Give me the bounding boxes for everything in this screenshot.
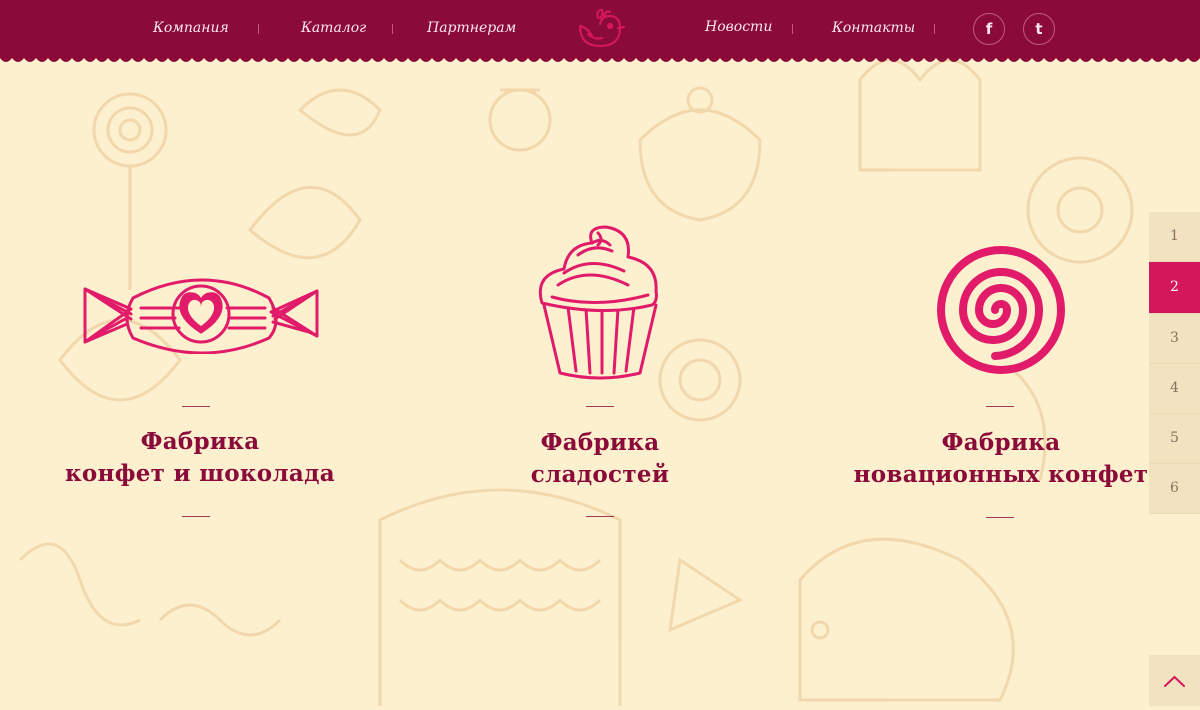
nav-divider (792, 24, 793, 34)
nav-divider (934, 24, 935, 34)
nav-link-partners[interactable]: Партнерам (427, 20, 516, 36)
factory-sweets[interactable]: Фабрика сладостей (435, 225, 765, 525)
factory-title-line1: Фабрика (941, 429, 1061, 456)
divider-line (586, 406, 614, 407)
cupcake-icon (538, 225, 658, 380)
factory-title-line1: Фабрика (140, 428, 260, 455)
top-nav-bar: Компания Каталог Партнерам Новости Конта… (0, 0, 1200, 58)
scroll-to-top-button[interactable] (1149, 655, 1200, 706)
nav-link-catalog[interactable]: Каталог (301, 20, 366, 36)
candy-icon (83, 278, 319, 354)
divider-line (986, 406, 1014, 407)
page-4-button[interactable]: 4 (1149, 364, 1200, 414)
page-5-button[interactable]: 5 (1149, 414, 1200, 464)
factory-candy[interactable]: Фабрика конфет и шоколада (35, 270, 365, 530)
page-2-button[interactable]: 2 (1149, 262, 1200, 314)
nav-link-contacts[interactable]: Контакты (832, 20, 915, 36)
page-1-button[interactable]: 1 (1149, 212, 1200, 262)
factory-innovative-candy[interactable]: Фабрика новационных конфет (836, 240, 1166, 530)
header-scalloped-edge (0, 56, 1200, 62)
page-6-button[interactable]: 6 (1149, 464, 1200, 514)
factory-title-line2: сладостей (530, 461, 670, 488)
chevron-up-icon (1164, 675, 1185, 687)
page-3-button[interactable]: 3 (1149, 314, 1200, 364)
divider-line (986, 517, 1014, 518)
divider-line (182, 406, 210, 407)
factory-title-line2: конфет и шоколада (65, 460, 335, 487)
nav-link-news[interactable]: Новости (705, 19, 772, 35)
nav-divider (392, 24, 393, 34)
tumblr-icon[interactable]: t (1023, 13, 1055, 45)
divider-line (586, 516, 614, 517)
nav-divider (258, 24, 259, 34)
slide-pager: 1 2 3 4 5 6 (1149, 212, 1200, 514)
factory-title-line2: новационных конфет (853, 461, 1149, 488)
facebook-icon[interactable]: f (973, 13, 1005, 45)
bird-logo-icon[interactable] (574, 8, 626, 50)
nav-link-company[interactable]: Компания (153, 20, 229, 36)
factory-title-line1: Фабрика (540, 429, 660, 456)
divider-line (182, 516, 210, 517)
lollipop-icon (937, 246, 1065, 374)
